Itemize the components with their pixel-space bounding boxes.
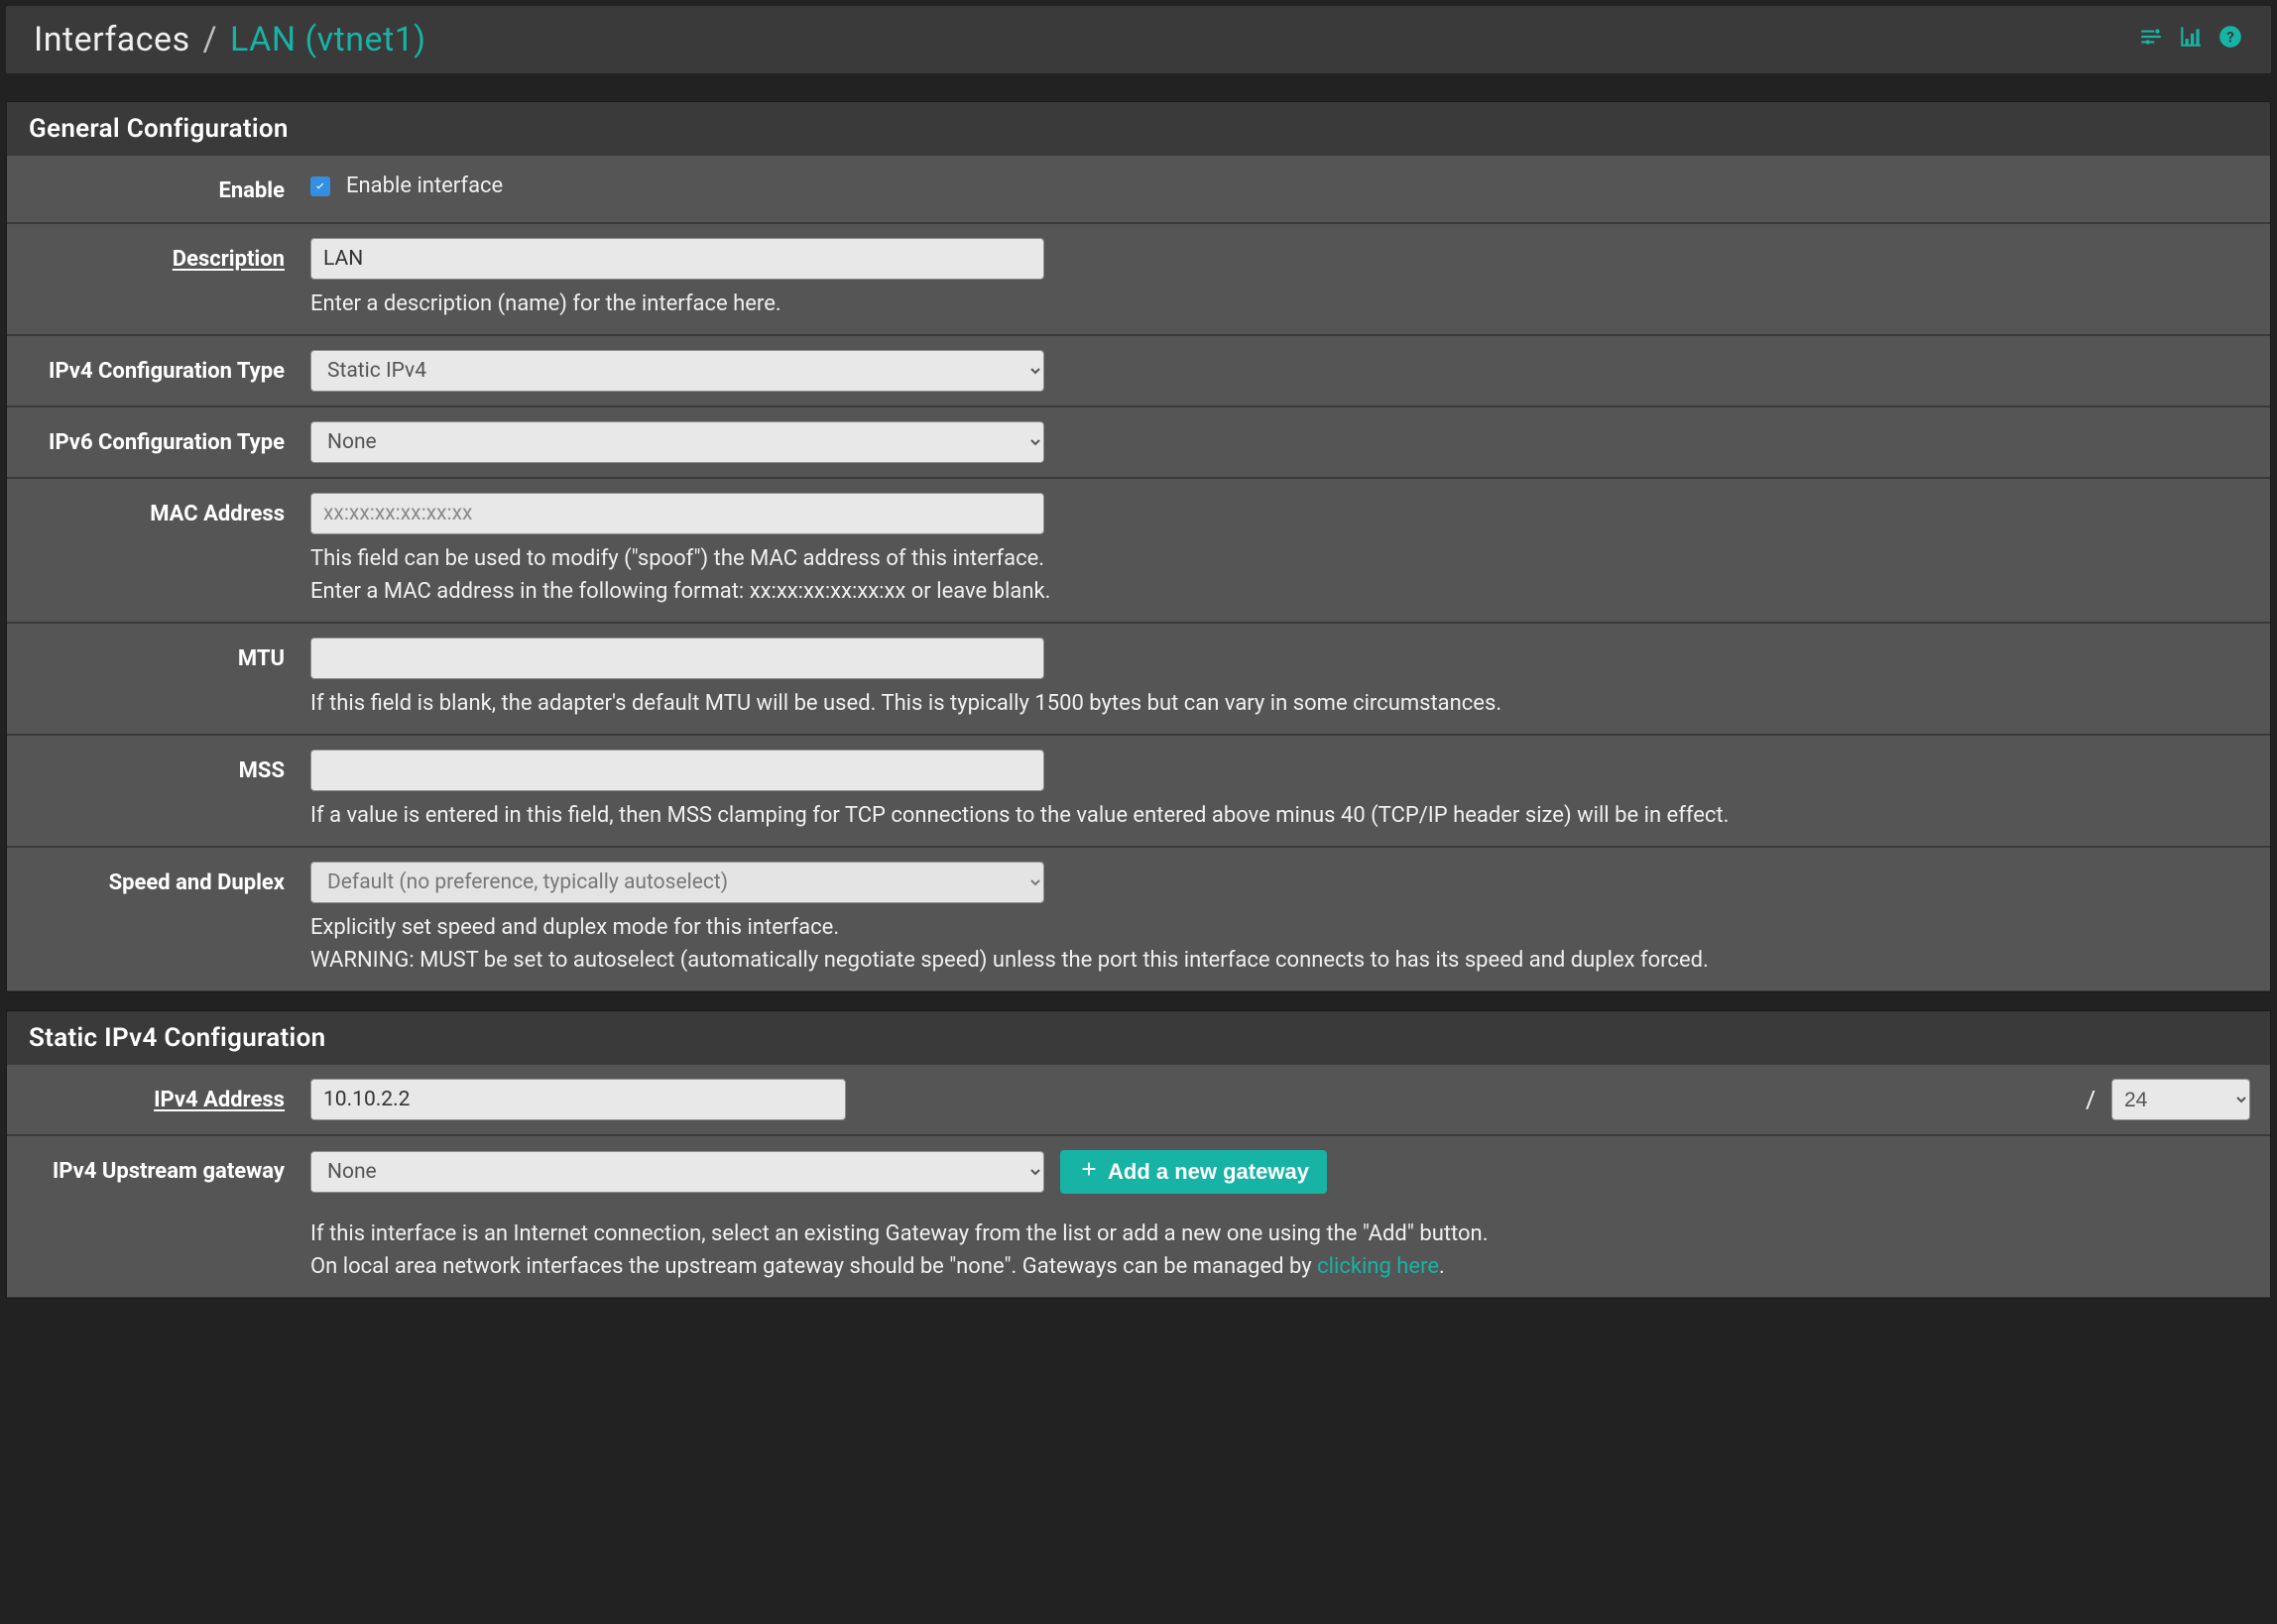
label-ipv4-address: IPv4 Address — [7, 1079, 304, 1120]
page-header: Interfaces / LAN (vtnet1) ? — [6, 6, 2271, 73]
cidr-separator: / — [2086, 1082, 2096, 1117]
checkbox-enable-interface[interactable] — [310, 176, 330, 196]
label-description: Description — [7, 238, 304, 320]
label-ipv4-upstream-gateway: IPv4 Upstream gateway — [7, 1150, 304, 1283]
help-mtu: If this field is blank, the adapter's de… — [310, 687, 2250, 720]
help-speed-2: WARNING: MUST be set to autoselect (auto… — [310, 944, 2250, 977]
panel-heading-general: General Configuration — [7, 102, 2270, 156]
button-add-new-gateway[interactable]: Add a new gateway — [1060, 1150, 1327, 1194]
label-speed-duplex: Speed and Duplex — [7, 862, 304, 977]
panel-heading-static-ipv4: Static IPv4 Configuration — [7, 1011, 2270, 1065]
breadcrumb-separator: / — [203, 20, 218, 59]
help-description: Enter a description (name) for the inter… — [310, 288, 2250, 320]
select-ipv4-gateway[interactable]: None — [310, 1151, 1044, 1193]
help-mss: If a value is entered in this field, the… — [310, 799, 2250, 832]
select-ipv4-type[interactable]: Static IPv4 — [310, 350, 1044, 392]
breadcrumb-current[interactable]: LAN (vtnet1) — [230, 20, 426, 59]
input-description[interactable] — [310, 238, 1044, 280]
help-speed-1: Explicitly set speed and duplex mode for… — [310, 911, 2250, 944]
breadcrumb: Interfaces / LAN (vtnet1) — [34, 20, 426, 59]
label-ipv6-type: IPv6 Configuration Type — [7, 421, 304, 463]
help-mac-1: This field can be used to modify ("spoof… — [310, 542, 2250, 575]
plus-icon — [1078, 1158, 1100, 1186]
label-mss: MSS — [7, 750, 304, 832]
panel-general-configuration: General Configuration Enable Enable inte… — [6, 101, 2271, 992]
panel-static-ipv4: Static IPv4 Configuration IPv4 Address /… — [6, 1010, 2271, 1299]
input-ipv4-address[interactable] — [310, 1079, 846, 1120]
svg-text:?: ? — [2226, 28, 2234, 46]
link-manage-gateways[interactable]: clicking here — [1317, 1254, 1439, 1279]
input-mss[interactable] — [310, 750, 1044, 791]
button-add-new-gateway-label: Add a new gateway — [1108, 1159, 1309, 1185]
input-mtu[interactable] — [310, 638, 1044, 679]
help-gateway-2: On local area network interfaces the ups… — [310, 1250, 2250, 1283]
breadcrumb-root[interactable]: Interfaces — [34, 20, 190, 59]
help-gateway-1: If this interface is an Internet connect… — [310, 1218, 2250, 1250]
select-speed-duplex[interactable]: Default (no preference, typically autose… — [310, 862, 1044, 903]
select-ipv4-cidr[interactable]: 24 — [2111, 1079, 2250, 1120]
help-icon[interactable]: ? — [2217, 24, 2243, 56]
label-enable: Enable — [7, 170, 304, 208]
stats-icon[interactable] — [2178, 24, 2204, 56]
label-ipv4-type: IPv4 Configuration Type — [7, 350, 304, 392]
help-mac-2: Enter a MAC address in the following for… — [310, 575, 2250, 608]
label-mtu: MTU — [7, 638, 304, 720]
input-mac-address[interactable] — [310, 493, 1044, 534]
settings-icon[interactable] — [2138, 24, 2164, 56]
checkbox-enable-label: Enable interface — [346, 170, 503, 202]
select-ipv6-type[interactable]: None — [310, 421, 1044, 463]
label-mac-address: MAC Address — [7, 493, 304, 608]
